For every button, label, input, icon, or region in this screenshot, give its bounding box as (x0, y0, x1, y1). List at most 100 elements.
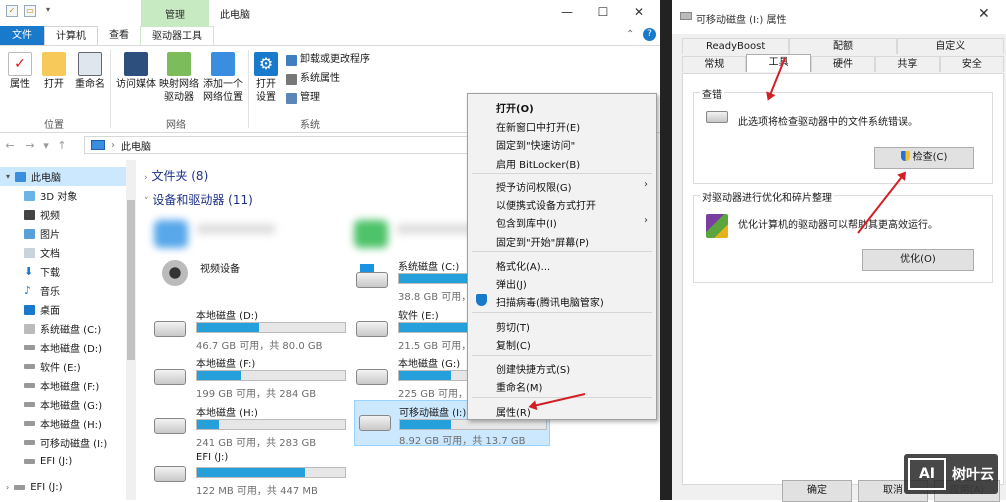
ok-button[interactable]: 确定 (782, 480, 852, 502)
nav-item-g[interactable]: 本地磁盘 (G:) (0, 395, 136, 414)
drive-name: 可移动磁盘 (I:) (399, 408, 467, 419)
video-icon (24, 209, 35, 220)
ribbon-collapse-icon[interactable]: ⌃ (626, 29, 634, 40)
menu-item-eject[interactable]: 弹出(J) (496, 276, 527, 291)
nav-item-desktop[interactable]: 桌面 (0, 300, 136, 319)
quick-access-toolbar: ✓ ▭ ▾ (6, 5, 54, 17)
chevron-down-icon: ▾ (6, 172, 11, 181)
system-properties-icon (286, 73, 297, 85)
drive-tile-j[interactable]: EFI (J:) 122 MB 可用，共 447 MB (154, 452, 346, 498)
tab-drive-tools[interactable]: 驱动器工具 (140, 26, 214, 45)
add-network-location-button[interactable]: 添加一个 网络位置 (200, 52, 246, 104)
open-settings-button[interactable]: ⚙ 打开 设置 (252, 52, 280, 104)
menu-item-open[interactable]: 打开(O) (496, 100, 534, 115)
manage-button[interactable]: 管理 (286, 91, 320, 105)
computer-icon (91, 140, 105, 150)
nav-item-3d[interactable]: 3D 对象 (0, 186, 136, 205)
drive-icon (24, 421, 35, 426)
drive-icon (356, 272, 388, 288)
folders-section-header[interactable]: › 文件夹 (8) (144, 167, 208, 184)
drive-tile-h[interactable]: 本地磁盘 (H:) 241 GB 可用，共 283 GB (154, 404, 346, 450)
ribbon-divider (110, 50, 111, 128)
nav-item-documents[interactable]: 文档 (0, 243, 136, 262)
nav-item-d[interactable]: 本地磁盘 (D:) (0, 338, 136, 357)
close-button[interactable]: ✕ (624, 3, 654, 21)
nav-item-pictures[interactable]: 图片 (0, 224, 136, 243)
address-bar[interactable]: › 此电脑 (84, 136, 484, 154)
tab-computer[interactable]: 计算机 (44, 26, 98, 45)
nav-item-e[interactable]: 软件 (E:) (0, 357, 136, 376)
desktop-icon (24, 304, 35, 315)
maximize-button[interactable]: ☐ (588, 3, 618, 21)
drive-name: 软件 (E:) (398, 311, 439, 322)
video-device-tile[interactable]: 视频设备 (158, 260, 348, 306)
qat-dropdown-icon[interactable]: ▾ (42, 5, 54, 17)
menu-item-rename[interactable]: 重命名(M) (496, 379, 542, 394)
system-properties-button[interactable]: 系统属性 (286, 72, 340, 86)
menu-item-open-new-window[interactable]: 在新窗口中打开(E) (496, 119, 580, 134)
tab-quota[interactable]: 配额 (789, 38, 897, 54)
back-arrow-icon[interactable]: ← (0, 139, 20, 152)
menu-item-pin-start[interactable]: 固定到"开始"屏幕(P) (496, 234, 589, 249)
computer-icon (15, 171, 27, 182)
nav-item-music[interactable]: ♪ 音乐 (0, 281, 136, 300)
nav-item-this-pc[interactable]: ▾ 此电脑 (0, 167, 136, 186)
nav-item-videos[interactable]: 视频 (0, 205, 136, 224)
drive-tile-f[interactable]: 本地磁盘 (F:) 199 GB 可用，共 284 GB (154, 355, 346, 401)
menu-item-scan-virus[interactable]: 扫描病毒(腾讯电脑管家) (496, 294, 604, 309)
nav-scrollbar-thumb[interactable] (127, 200, 135, 360)
properties-qat-icon[interactable]: ✓ (6, 5, 18, 17)
drive-icon (24, 364, 35, 369)
menu-item-grant-access[interactable]: 授予访问权限(G) (496, 179, 572, 194)
menu-item-copy[interactable]: 复制(C) (496, 337, 531, 352)
menu-item-create-shortcut[interactable]: 创建快捷方式(S) (496, 361, 570, 376)
map-drive-label1: 映射网络 (159, 79, 199, 90)
recent-dropdown-icon[interactable]: ▾ (40, 139, 52, 152)
nav-item-j[interactable]: EFI (J:) (0, 452, 136, 471)
tab-readyboost[interactable]: ReadyBoost (682, 38, 790, 54)
group-system-label: 系统 (300, 120, 320, 131)
nav-item-h[interactable]: 本地磁盘 (H:) (0, 414, 136, 433)
up-arrow-icon[interactable]: ↑ (52, 139, 72, 152)
picture-icon (24, 228, 35, 239)
open-settings-label: 打开 设置 (256, 79, 276, 103)
nav-item-i[interactable]: 可移动磁盘 (I:) (0, 433, 136, 452)
address-separator-icon: › (111, 139, 115, 151)
menu-item-format[interactable]: 格式化(A)... (496, 258, 550, 273)
menu-item-pin-quick-access[interactable]: 固定到"快速访问" (496, 137, 575, 152)
tab-security[interactable]: 安全 (939, 56, 1005, 72)
drive-tile-d[interactable]: 本地磁盘 (D:) 46.7 GB 可用，共 80.0 GB (154, 307, 346, 353)
dialog-close-button[interactable]: ✕ (978, 6, 990, 22)
nav-item-c[interactable]: 系统磁盘 (C:) (0, 319, 136, 338)
menu-item-cut[interactable]: 剪切(T) (496, 319, 530, 334)
tab-customize[interactable]: 自定义 (896, 38, 1004, 54)
menu-item-open-portable[interactable]: 以便携式设备方式打开 (496, 197, 596, 212)
cube-icon (24, 190, 35, 201)
rename-button[interactable]: 重命名 (72, 52, 108, 91)
nav-item-downloads[interactable]: ⬇ 下载 (0, 262, 136, 281)
minimize-button[interactable]: — (552, 3, 582, 21)
nav-item-j-root[interactable]: › EFI (J:) (0, 478, 136, 497)
forward-arrow-icon[interactable]: → (20, 139, 40, 152)
access-media-button[interactable]: 访问媒体 (114, 52, 158, 91)
menu-item-properties[interactable]: 属性(R) (496, 404, 531, 419)
menu-item-bitlocker[interactable]: 启用 BitLocker(B) (496, 156, 580, 171)
tab-hardware[interactable]: 硬件 (810, 56, 876, 72)
map-drive-button[interactable]: 映射网络 驱动器 (156, 52, 202, 104)
optimize-button[interactable]: 优化(O) (862, 249, 974, 271)
tab-sharing[interactable]: 共享 (875, 56, 940, 72)
nav-item-f[interactable]: 本地磁盘 (F:) (0, 376, 136, 395)
folder-qat-icon[interactable]: ▭ (24, 5, 36, 17)
tab-view[interactable]: 查看 (98, 26, 140, 45)
properties-button[interactable]: ✓ 属性 (6, 52, 34, 91)
tab-file[interactable]: 文件 (0, 26, 44, 45)
tab-general[interactable]: 常规 (682, 56, 747, 72)
check-button[interactable]: 检查(C) (874, 147, 974, 169)
open-button[interactable]: 打开 (40, 52, 68, 91)
drive-usage-fill (399, 371, 451, 380)
menu-item-include-library[interactable]: 包含到库中(I) (496, 215, 557, 230)
uninstall-programs-button[interactable]: 卸载或更改程序 (286, 53, 370, 67)
help-icon[interactable]: ? (643, 28, 656, 41)
devices-section-header[interactable]: ˅ 设备和驱动器 (11) (144, 191, 253, 208)
manage-context-label[interactable]: 管理 (141, 6, 209, 21)
